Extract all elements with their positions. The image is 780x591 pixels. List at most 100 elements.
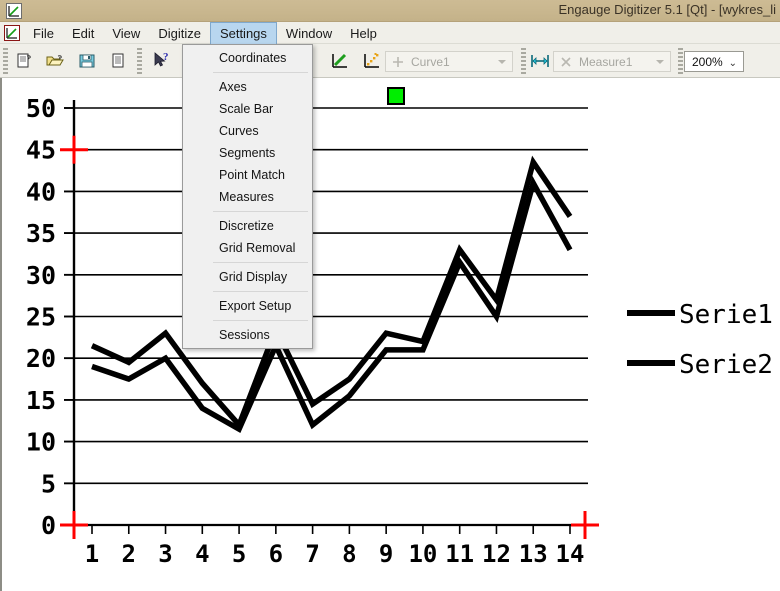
axis-point-marker[interactable]: [60, 135, 88, 164]
y-tick-label: 50: [26, 94, 56, 123]
menu-item-grid-display[interactable]: Grid Display: [183, 266, 312, 288]
menu-separator: [213, 320, 308, 321]
axis-point-marker[interactable]: [571, 511, 599, 539]
y-tick-label: 20: [26, 344, 56, 373]
menu-help[interactable]: Help: [341, 22, 386, 44]
menu-view[interactable]: View: [103, 22, 149, 44]
x-tick-label: 13: [519, 540, 548, 568]
menu-label: Settings: [219, 26, 267, 41]
menu-item-grid-removal[interactable]: Grid Removal: [183, 237, 312, 259]
measure-selector-value: Measure1: [579, 54, 633, 69]
chart-legend: Serie1 Serie2: [627, 300, 773, 380]
menu-item-point-match[interactable]: Point Match: [183, 164, 312, 186]
zoom-selector-value: 200%: [692, 54, 723, 69]
measure-ruler-icon[interactable]: [528, 49, 552, 73]
segment-fill-icon[interactable]: [328, 49, 352, 73]
curve-selector[interactable]: Curve1: [385, 51, 513, 72]
menu-item-discretize[interactable]: Discretize: [183, 215, 312, 237]
close-x-icon: [561, 56, 571, 67]
menu-separator: [213, 291, 308, 292]
y-tick-label: 15: [26, 386, 56, 415]
x-tick-label: 9: [379, 540, 393, 568]
toolbar-grip[interactable]: [3, 48, 8, 74]
chevron-down-icon: ⌄: [728, 58, 737, 69]
menu-separator: [213, 72, 308, 73]
plus-icon: [393, 56, 403, 67]
menu-label: Edit: [71, 25, 95, 41]
menu-window[interactable]: Window: [277, 22, 341, 44]
x-tick-label: 11: [445, 540, 474, 568]
x-tick-label: 2: [122, 540, 136, 568]
menu-item-sessions[interactable]: Sessions: [183, 324, 312, 346]
svg-text:?: ?: [163, 51, 169, 63]
document-icon: [4, 25, 20, 41]
menu-item-measures[interactable]: Measures: [183, 186, 312, 208]
y-axis-tick-labels: 0 5 10 15 20 25 30 35 40 45 50: [26, 94, 56, 540]
menu-label: File: [33, 25, 54, 41]
y-tick-label: 30: [26, 261, 56, 290]
toolbar-grip[interactable]: [678, 48, 683, 74]
y-tick-label: 5: [41, 469, 56, 498]
measure-selector[interactable]: Measure1: [553, 51, 671, 72]
menu-item-export-setup[interactable]: Export Setup: [183, 295, 312, 317]
settings-menu-entries: Coordinates Axes Scale Bar Curves Segments Po…: [183, 47, 312, 346]
menu-item-axes[interactable]: Axes: [183, 76, 312, 98]
print-button[interactable]: [106, 49, 130, 73]
menu-separator: [213, 211, 308, 212]
x-axis-tick-labels: 1 2 3 4 5 6 7 8 9 10 11 12 13 14: [85, 540, 585, 568]
app-icon: [6, 3, 22, 19]
new-file-button[interactable]: [12, 49, 36, 73]
document-area[interactable]: 0 5 10 15 20 25 30 35 40 45 50 1 2 3 4 5 6 7 8 9 10 11 12 13 14 S…: [0, 78, 780, 591]
x-axis-ticks: [91, 525, 571, 534]
digitized-point[interactable]: [387, 87, 405, 105]
menu-item-scale-bar[interactable]: Scale Bar: [183, 98, 312, 120]
menu-separator: [213, 262, 308, 263]
y-tick-label: 10: [26, 428, 56, 457]
legend-label: Serie2: [679, 350, 773, 380]
chart-image[interactable]: 051015202530354045501 2 3 4 5 6 7 8 9 10 11 12 13 14S…: [2, 78, 780, 591]
menu-label: Window: [285, 25, 333, 41]
toolbar-grip[interactable]: [521, 48, 526, 74]
y-tick-label: 0: [41, 511, 56, 540]
y-tick-label: 25: [26, 303, 56, 332]
legend-label: Serie1: [679, 300, 773, 330]
settings-dropdown-menu[interactable]: Coordinates Axes Scale Bar Curves Segments Po…: [182, 44, 313, 349]
save-file-button[interactable]: [75, 49, 99, 73]
x-tick-label: 12: [482, 540, 511, 568]
menu-item-curves[interactable]: Curves: [183, 120, 312, 142]
point-match-icon[interactable]: [360, 49, 384, 73]
x-tick-label: 10: [408, 540, 437, 568]
y-tick-label: 45: [26, 136, 56, 165]
menu-edit[interactable]: Edit: [63, 22, 103, 44]
chevron-down-icon: [498, 60, 506, 64]
open-file-button[interactable]: [43, 49, 67, 73]
zoom-selector[interactable]: 200% ⌄: [684, 51, 744, 72]
y-tick-label: 40: [26, 177, 56, 206]
y-axis-ticks: [64, 107, 74, 526]
curve-selector-value: Curve1: [411, 54, 450, 69]
series-line-1: [90, 155, 573, 431]
menu-label: Digitize: [158, 25, 201, 41]
whats-this-icon[interactable]: ?: [150, 49, 174, 73]
menu-item-coordinates[interactable]: Coordinates: [183, 47, 312, 69]
menu-label: View: [112, 25, 141, 41]
x-tick-label: 1: [85, 540, 99, 568]
axis-point-marker[interactable]: [60, 511, 88, 539]
x-tick-label: 4: [195, 540, 209, 568]
menu-settings[interactable]: Settings: [209, 22, 277, 44]
menu-item-segments[interactable]: Segments: [183, 142, 312, 164]
toolbar-grip[interactable]: [137, 48, 142, 74]
x-tick-label: 6: [269, 540, 283, 568]
menu-label: Help: [350, 25, 377, 41]
menu-file[interactable]: File: [24, 22, 63, 44]
menu-bar: File Edit View Digitize Settings Window Help: [0, 22, 780, 44]
menu-digitize[interactable]: Digitize: [149, 22, 210, 44]
annotation-layer[interactable]: [60, 87, 599, 539]
x-tick-label: 3: [158, 540, 172, 568]
window-title: Engauge Digitizer 5.1 [Qt] - [wykres_li: [558, 2, 776, 17]
x-tick-label: 7: [305, 540, 319, 568]
title-bar: Engauge Digitizer 5.1 [Qt] - [wykres_li: [0, 0, 780, 22]
x-tick-label: 8: [342, 540, 356, 568]
chevron-down-icon: [656, 60, 664, 64]
toolbar: ? Curve1 Measure1 200% ⌄: [0, 44, 780, 78]
